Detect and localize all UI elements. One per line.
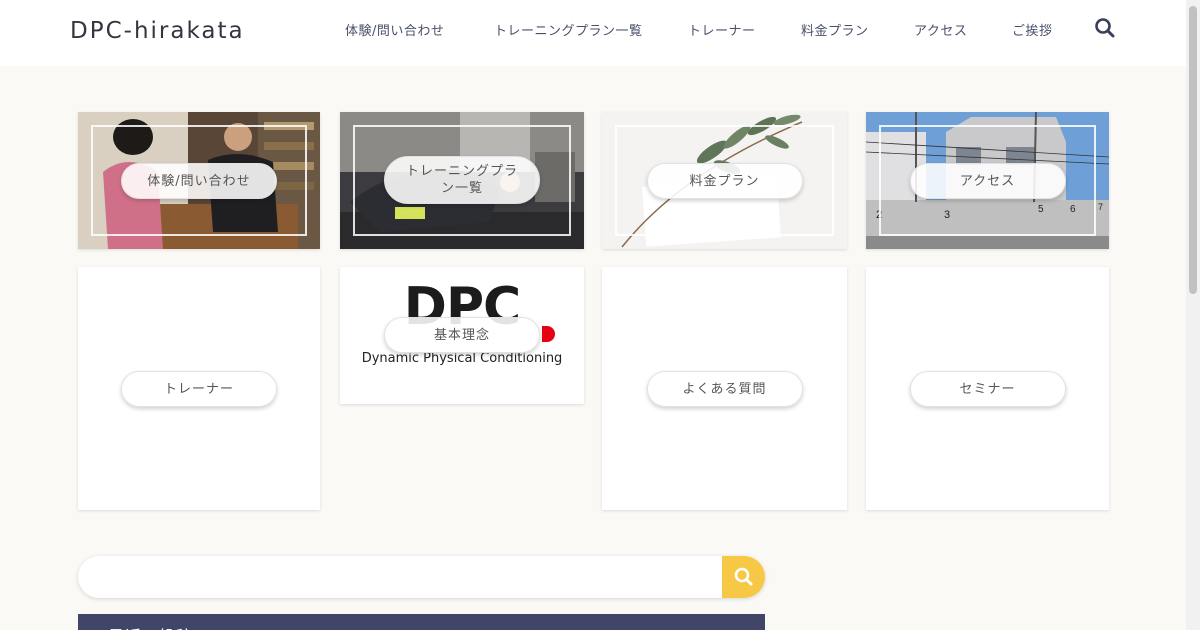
main-nav: 体験/問い合わせ トレーニングプラン一覧 トレーナー 料金プラン アクセス ご挨… (0, 20, 1186, 40)
page-scrollbar[interactable] (1186, 0, 1200, 630)
site-header: DPC-hirakata 体験/問い合わせ トレーニングプラン一覧 トレーナー … (0, 0, 1186, 66)
card-philosophy[interactable]: DPC Dynamic Physical Conditioning 基本理念 (340, 267, 584, 404)
recent-posts-heading: 最近の投稿 (78, 614, 765, 630)
search-input[interactable] (78, 556, 765, 598)
card-access-label[interactable]: アクセス (909, 163, 1066, 199)
card-trial-label[interactable]: 体験/問い合わせ (121, 163, 277, 199)
card-training-plans-text: トレーニングプラ ン一覧 (405, 164, 518, 196)
card-pricing-label[interactable]: 料金プラン (646, 163, 803, 199)
nav-item-greeting[interactable]: ご挨拶 (1012, 20, 1053, 39)
card-pricing[interactable]: 料金プラン (602, 112, 847, 249)
dpc-logo-subtitle: Dynamic Physical Conditioning (361, 351, 563, 366)
card-seminar[interactable]: セミナー (866, 267, 1109, 510)
card-philosophy-label[interactable]: 基本理念 (384, 317, 540, 353)
scrollbar-thumb[interactable] (1189, 6, 1197, 294)
nav-item-pricing[interactable]: 料金プラン (801, 20, 869, 39)
card-training-plans[interactable]: トレーニングプラ ン一覧 (340, 112, 584, 249)
nav-item-training-plans[interactable]: トレーニングプラン一覧 (494, 20, 643, 39)
card-trial[interactable]: 体験/問い合わせ (78, 112, 320, 249)
card-trainer[interactable]: トレーナー (78, 267, 320, 510)
house-number: 7 (1098, 202, 1103, 212)
search-icon[interactable] (1094, 17, 1116, 39)
nav-item-trainer[interactable]: トレーナー (688, 20, 756, 39)
dpc-logo-red-dot (542, 326, 555, 342)
nav-item-trial[interactable]: 体験/問い合わせ (345, 20, 444, 39)
card-training-plans-label[interactable]: トレーニングプラ ン一覧 (384, 156, 540, 204)
search-icon (734, 567, 753, 586)
card-access[interactable]: 2 3 5 6 7 アクセス (866, 112, 1109, 249)
nav-item-access[interactable]: アクセス (914, 20, 967, 39)
card-faq-label[interactable]: よくある質問 (646, 371, 803, 407)
search-submit-button[interactable] (722, 556, 765, 598)
card-faq[interactable]: よくある質問 (602, 267, 847, 510)
card-trainer-label[interactable]: トレーナー (121, 371, 277, 407)
card-seminar-label[interactable]: セミナー (909, 371, 1066, 407)
